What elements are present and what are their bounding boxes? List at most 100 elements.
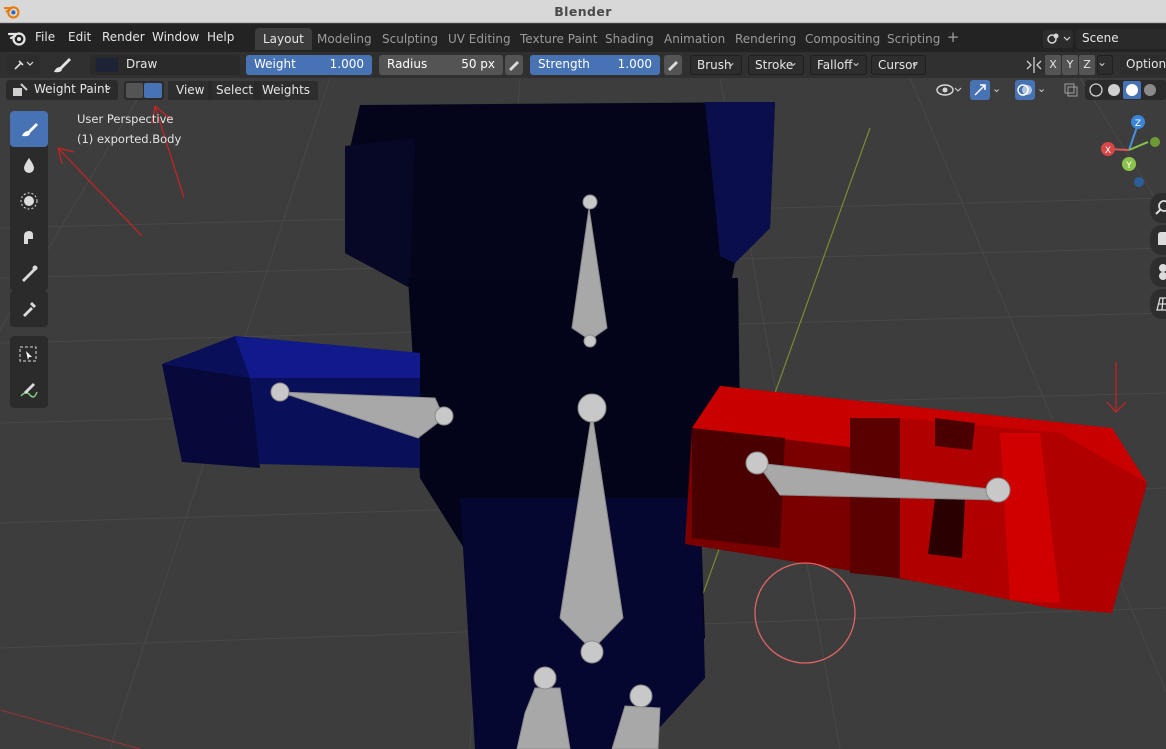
gizmo-y-label: Y — [1125, 161, 1132, 171]
cursor-dropdown[interactable]: Cursor — [871, 55, 926, 75]
tab-scripting[interactable]: Scripting — [879, 28, 948, 50]
brush-preview-icon — [96, 58, 118, 72]
annotate-icon — [20, 383, 38, 398]
tab-rendering[interactable]: Rendering — [727, 28, 804, 50]
brush-icon — [22, 123, 38, 137]
character-head — [345, 102, 775, 288]
shading-mode-group — [1085, 80, 1166, 100]
menu-help[interactable]: Help — [207, 30, 234, 44]
pen-pressure-icon — [509, 61, 519, 71]
brush-name: Draw — [126, 57, 158, 71]
overlays-toggle-button[interactable] — [1015, 80, 1035, 100]
navigation-gizmo[interactable]: Z X Y — [1093, 110, 1166, 200]
gizmo-dropdown[interactable]: ⌄ — [992, 80, 1008, 100]
tab-modeling[interactable]: Modeling — [309, 28, 380, 50]
radius-slider[interactable]: Radius 50 px — [379, 55, 503, 75]
right-arm — [685, 386, 1147, 613]
menu-edit[interactable]: Edit — [68, 30, 91, 44]
tab-compositing[interactable]: Compositing — [797, 28, 888, 50]
annotate-tool-button[interactable] — [10, 372, 48, 408]
options-button[interactable]: Options — [1120, 55, 1166, 75]
select-box-icon — [19, 346, 37, 362]
blender-menu-icon[interactable] — [8, 29, 28, 47]
vertex-mask-button[interactable] — [144, 83, 162, 98]
strength-slider[interactable]: Strength 1.000 — [530, 55, 660, 75]
strength-pressure-button[interactable] — [664, 55, 682, 75]
brush-dropdown[interactable]: Brush — [690, 55, 742, 75]
top-bar: File Edit Render Window Help Layout Mode… — [0, 24, 1166, 52]
blur-tool-button[interactable] — [10, 147, 48, 183]
eye-icon — [936, 84, 962, 96]
zoom-button[interactable] — [1150, 193, 1166, 223]
gizmo-icon — [974, 84, 986, 96]
radius-value: 50 px — [461, 57, 495, 71]
average-icon — [20, 192, 38, 210]
sample-weight-tool-button[interactable] — [10, 291, 48, 327]
tab-animation[interactable]: Animation — [656, 28, 733, 50]
menu-view[interactable]: View — [168, 81, 213, 100]
mirror-y-button[interactable]: Y — [1062, 55, 1078, 75]
tab-texture-paint[interactable]: Texture Paint — [512, 28, 605, 50]
mode-dropdown[interactable]: Weight Paint — [6, 79, 118, 100]
add-workspace-button[interactable]: + — [944, 28, 962, 48]
gizmo-neg-y[interactable] — [1150, 137, 1160, 147]
scene-name-field[interactable]: Scene — [1076, 29, 1166, 49]
gizmo-x-label: X — [1105, 146, 1111, 156]
gizmo-neg-z[interactable] — [1134, 177, 1144, 187]
weight-value: 1.000 — [329, 57, 364, 71]
radius-pressure-button[interactable] — [505, 55, 523, 75]
mirror-options-dropdown[interactable] — [1097, 55, 1113, 75]
weight-label: Weight — [254, 57, 296, 71]
strength-value: 1.000 — [617, 57, 652, 71]
smear-icon — [24, 231, 33, 244]
sample-tools-panel — [10, 291, 48, 327]
grid-icon — [1156, 297, 1166, 311]
xray-icon — [1064, 83, 1078, 97]
tool-select-dropdown[interactable] — [6, 55, 40, 75]
perspective-toggle-button[interactable] — [1150, 289, 1166, 319]
average-tool-button[interactable] — [10, 183, 48, 219]
brush-icon[interactable] — [50, 55, 74, 75]
tab-shading[interactable]: Shading — [597, 28, 662, 50]
pan-button[interactable] — [1150, 225, 1166, 255]
drop-icon — [24, 158, 34, 173]
os-title-bar: Blender — [0, 0, 1166, 23]
gizmo-toggle-button[interactable] — [970, 80, 990, 100]
tab-uv-editing[interactable]: UV Editing — [440, 28, 519, 50]
visibility-button[interactable] — [935, 80, 965, 100]
active-object-label: (1) exported.Body — [77, 132, 182, 146]
smear-tool-button[interactable] — [10, 219, 48, 255]
menu-file[interactable]: File — [35, 30, 55, 44]
mode-label: Weight Paint — [34, 82, 110, 96]
select-tools-panel — [10, 336, 48, 408]
overlays-dropdown[interactable]: ⌄ — [1037, 80, 1053, 100]
weight-slider[interactable]: Weight 1.000 — [246, 55, 372, 75]
menu-render[interactable]: Render — [102, 30, 145, 44]
mirror-icon[interactable] — [1025, 56, 1043, 74]
stroke-dropdown[interactable]: Stroke — [748, 55, 804, 75]
xray-toggle-button[interactable] — [1062, 81, 1080, 99]
shading-icons — [1089, 81, 1156, 99]
tool-settings-bar: Draw Weight 1.000 Radius 50 px Strength … — [0, 52, 1166, 78]
falloff-dropdown[interactable]: Falloff — [810, 55, 867, 75]
brush-name-field[interactable]: Draw — [90, 55, 240, 75]
gradient-tool-button[interactable] — [10, 255, 48, 291]
select-box-tool-button[interactable] — [10, 336, 48, 372]
draw-tool-button[interactable] — [10, 111, 48, 147]
mirror-x-button[interactable]: X — [1045, 55, 1061, 75]
menu-window[interactable]: Window — [152, 30, 199, 44]
gizmo-z-label: Z — [1135, 119, 1141, 129]
paint-tools-panel — [10, 111, 48, 291]
eyedropper-icon — [23, 301, 37, 317]
hand-icon — [1158, 232, 1166, 245]
tab-sculpting[interactable]: Sculpting — [374, 28, 446, 50]
mirror-z-button[interactable]: Z — [1079, 55, 1095, 75]
menu-weights[interactable]: Weights — [254, 81, 319, 100]
radius-label: Radius — [387, 57, 428, 71]
face-mask-button[interactable] — [126, 83, 143, 98]
scene-selector-button[interactable] — [1043, 30, 1073, 48]
3d-viewport[interactable]: Weight Paint View Select Weights ⌄ ⌄ — [0, 78, 1166, 749]
camera-view-button[interactable] — [1150, 257, 1166, 287]
tab-layout[interactable]: Layout — [255, 28, 312, 50]
gradient-icon — [22, 265, 38, 282]
